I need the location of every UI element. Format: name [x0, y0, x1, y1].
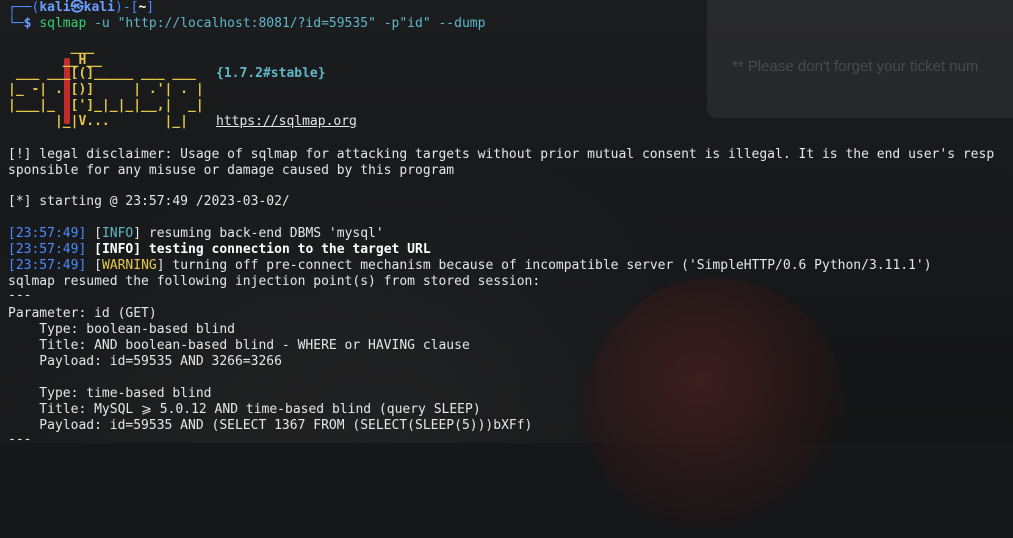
resumed-injection-notice: sqlmap resumed the following injection p… — [8, 274, 541, 289]
log-message: turning off pre-connect mechanism becaus… — [164, 258, 932, 273]
injection-title: Title: MySQL ⩾ 5.0.12 AND time-based bli… — [8, 402, 481, 417]
starting-timestamp: [*] starting @ 23:57:49 /2023-03-02/ — [8, 194, 290, 209]
log-level-info: INFO — [101, 226, 134, 241]
prompt-header: ┌──(kali㉿kali)-[~] — [8, 0, 155, 15]
injection-title: Title: AND boolean-based blind - WHERE o… — [8, 338, 470, 353]
legal-disclaimer-line-2: sponsible for any misuse or damage cause… — [8, 163, 455, 178]
log-level-info: INFO — [101, 242, 134, 257]
banner-art-line-4: |_ -| . [)] | .'| . | — [8, 82, 204, 97]
sqlmap-version: {1.7.2#stable} — [216, 66, 326, 81]
log-line: [23:57:49] [INFO] testing connection to … — [8, 242, 431, 257]
command-program: sqlmap — [39, 16, 87, 31]
injection-payload: Payload: id=59535 AND (SELECT 1367 FROM … — [8, 418, 533, 433]
command-args: -u "http://localhost:8081/?id=59535" -p"… — [86, 16, 486, 31]
terminal-output[interactable]: ┌──(kali㉿kali)-[~] └─$ sqlmap -u "http:/… — [8, 0, 1013, 447]
log-time: [23:57:49] — [8, 258, 87, 273]
parameter-heading: Parameter: id (GET) — [8, 306, 157, 321]
separator-line: --- — [8, 288, 32, 303]
injection-type: Type: time-based blind — [8, 386, 212, 401]
sqlmap-website-link[interactable]: https://sqlmap.org — [216, 114, 357, 130]
log-line: [23:57:49] [WARNING] turning off pre-con… — [8, 258, 932, 273]
prompt-user: kali — [39, 0, 71, 15]
separator-line-bottom: --- — [8, 432, 32, 447]
prompt-at-symbol: ㉿ — [70, 0, 84, 15]
injection-payload: Payload: id=59535 AND 3266=3266 — [8, 354, 282, 369]
log-time: [23:57:49] — [8, 226, 87, 241]
log-line: [23:57:49] [INFO] resuming back-end DBMS… — [8, 226, 384, 241]
log-level-warning: WARNING — [101, 258, 157, 273]
banner-art-line-6: |_|V... |_| — [8, 114, 204, 129]
prompt-symbol: $ — [23, 16, 32, 31]
log-message: testing connection to the target URL — [141, 242, 431, 257]
log-time: [23:57:49] — [8, 242, 87, 257]
log-message: resuming back-end DBMS 'mysql' — [141, 226, 384, 241]
legal-disclaimer-line-1: [!] legal disclaimer: Usage of sqlmap fo… — [8, 147, 995, 162]
banner-art-line-5: |___|_ [']_|_|_|__,| _| — [8, 98, 204, 113]
prompt-host: kali — [83, 0, 115, 15]
injection-type: Type: boolean-based blind — [8, 322, 235, 337]
command-line[interactable]: └─$ sqlmap -u "http://localhost:8081/?id… — [8, 16, 485, 32]
banner-art-line-3: ___ ___[(]_____ ___ ___ — [8, 66, 212, 81]
